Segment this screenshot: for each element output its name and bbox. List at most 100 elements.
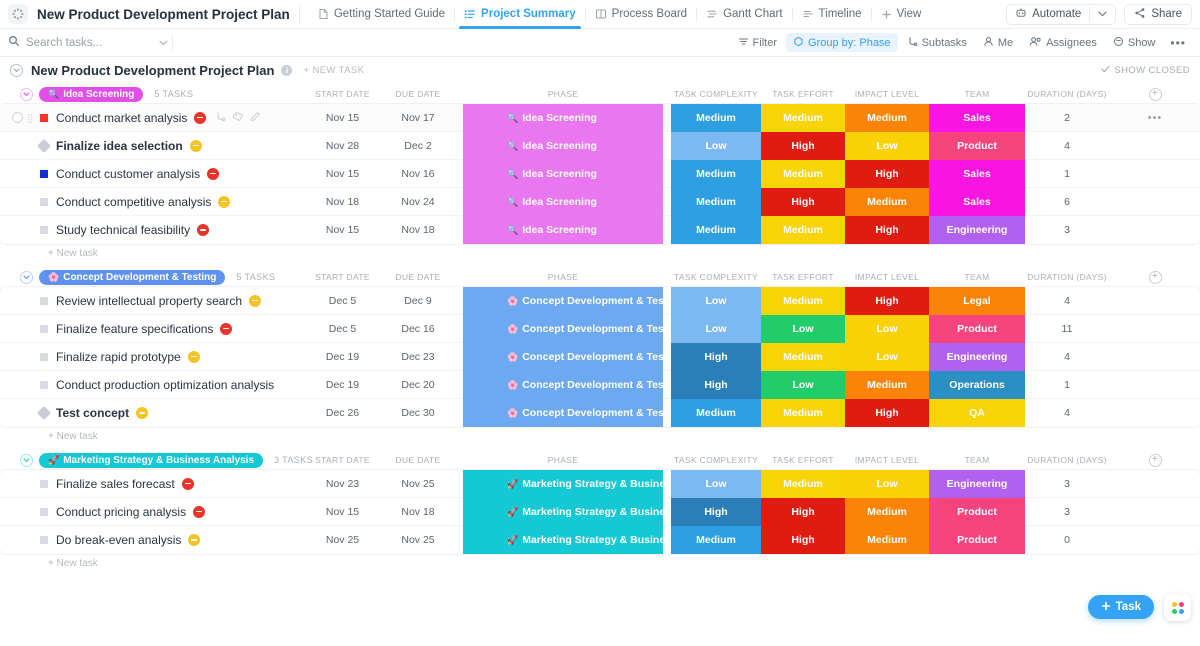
task-name-cell[interactable]: Conduct pricing analysis	[0, 498, 205, 526]
task-name-cell[interactable]: Finalize rapid prototype	[0, 343, 200, 371]
task-name-cell[interactable]: Finalize feature specifications	[0, 315, 232, 343]
table-row[interactable]: Review intellectual property searchDec 5…	[0, 287, 1200, 315]
cell-task-effort[interactable]: Medium	[761, 104, 845, 132]
cell-task-complexity[interactable]: Low	[671, 132, 761, 160]
task-name[interactable]: Conduct customer analysis	[56, 167, 200, 181]
cell-phase[interactable]: 🚀Marketing Strategy & Business Analysis	[463, 498, 663, 526]
status-red-icon[interactable]	[220, 323, 232, 335]
filter-button[interactable]: Filter	[731, 33, 784, 52]
cell-impact-level[interactable]: High	[845, 216, 929, 244]
status-red-icon[interactable]	[182, 478, 194, 490]
cell-duration[interactable]: 1	[1025, 160, 1109, 188]
table-row[interactable]: Conduct competitive analysisNov 18Nov 24…	[0, 188, 1200, 216]
column-header-team[interactable]: TEAM	[929, 84, 1025, 104]
tab-process-board[interactable]: Process Board	[586, 0, 696, 29]
drag-handle-icon[interactable]: ⣿	[27, 114, 33, 122]
cell-duration[interactable]: 3	[1025, 498, 1109, 526]
new-task-row[interactable]: + New task	[0, 554, 1200, 573]
column-header-task_effort[interactable]: TASK EFFORT	[761, 267, 845, 287]
column-header-task_complexity[interactable]: TASK COMPLEXITY	[671, 450, 761, 470]
cell-task-effort[interactable]: High	[761, 526, 845, 554]
cell-team[interactable]: Operations	[929, 371, 1025, 399]
cell-task-complexity[interactable]: Medium	[671, 188, 761, 216]
cell-phase[interactable]: 🔍Idea Screening	[463, 104, 663, 132]
cell-task-complexity[interactable]: Low	[671, 315, 761, 343]
cell-phase[interactable]: 🚀Marketing Strategy & Business Analysis	[463, 526, 663, 554]
task-checkbox[interactable]	[12, 112, 23, 123]
table-row[interactable]: Finalize feature specifications Dec 5Dec …	[0, 315, 1200, 343]
cell-task-complexity[interactable]: Medium	[671, 399, 761, 427]
search-input[interactable]: Search tasks...	[8, 32, 168, 54]
column-header-phase[interactable]: PHASE	[463, 267, 663, 287]
cell-team[interactable]: Engineering	[929, 470, 1025, 498]
task-name[interactable]: Finalize idea selection	[56, 139, 183, 153]
cell-phase[interactable]: 🔍Idea Screening	[463, 132, 663, 160]
column-header-due_date[interactable]: DUE DATE	[378, 267, 458, 287]
cell-team[interactable]: Engineering	[929, 343, 1025, 371]
column-header-team[interactable]: TEAM	[929, 267, 1025, 287]
cell-due-date[interactable]: Nov 25	[378, 526, 458, 554]
cell-impact-level[interactable]: Low	[845, 470, 929, 498]
priority-flag-icon[interactable]	[40, 170, 48, 178]
cell-impact-level[interactable]: Medium	[845, 104, 929, 132]
column-header-team[interactable]: TEAM	[929, 450, 1025, 470]
cell-team[interactable]: Product	[929, 315, 1025, 343]
cell-team[interactable]: Sales	[929, 104, 1025, 132]
cell-due-date[interactable]: Dec 23	[378, 343, 458, 371]
apps-grid-icon[interactable]	[1164, 594, 1191, 621]
cell-phase[interactable]: 🌸Concept Development & Testing	[463, 287, 663, 315]
priority-flag-icon[interactable]	[40, 325, 48, 333]
cell-team[interactable]: Sales	[929, 188, 1025, 216]
tab-project-summary[interactable]: Project Summary	[455, 0, 585, 29]
task-name[interactable]: Study technical feasibility	[56, 223, 190, 237]
column-header-duration[interactable]: DURATION (DAYS)	[1025, 84, 1109, 104]
priority-flag-icon[interactable]	[40, 508, 48, 516]
automate-chevron-down-icon[interactable]	[1090, 4, 1115, 25]
me-button[interactable]: Me	[976, 33, 1020, 52]
cell-task-complexity[interactable]: Low	[671, 470, 761, 498]
cell-due-date[interactable]: Nov 25	[378, 470, 458, 498]
add-column-button[interactable]: +	[1130, 267, 1180, 287]
tab-add-view[interactable]: View	[872, 0, 931, 29]
cell-team[interactable]: Product	[929, 526, 1025, 554]
task-name[interactable]: Finalize rapid prototype	[56, 350, 181, 364]
cell-impact-level[interactable]: High	[845, 399, 929, 427]
subtask-icon[interactable]	[215, 111, 226, 125]
info-icon[interactable]: i	[281, 65, 292, 76]
cell-due-date[interactable]: Dec 16	[378, 315, 458, 343]
cell-start-date[interactable]: Nov 15	[300, 104, 385, 132]
cell-due-date[interactable]: Nov 24	[378, 188, 458, 216]
new-task-row[interactable]: + New task	[0, 427, 1200, 446]
column-header-start_date[interactable]: START DATE	[300, 450, 385, 470]
cell-team[interactable]: Engineering	[929, 216, 1025, 244]
assignees-button[interactable]: Assignees	[1022, 33, 1104, 52]
table-row[interactable]: Conduct production optimization analysis…	[0, 371, 1200, 399]
column-header-impact_level[interactable]: IMPACT LEVEL	[845, 84, 929, 104]
search-chevron-down-icon[interactable]	[159, 37, 168, 49]
cell-task-effort[interactable]: Low	[761, 315, 845, 343]
table-row[interactable]: Finalize idea selectionNov 28Dec 2🔍Idea …	[0, 132, 1200, 160]
cell-duration[interactable]: 4	[1025, 399, 1109, 427]
task-name-cell[interactable]: Finalize idea selection	[0, 132, 202, 160]
task-table-scroll-area[interactable]: 🔍Idea Screening5 TASKSSTART DATEDUE DATE…	[0, 84, 1200, 630]
task-name-cell[interactable]: Conduct production optimization analysis	[0, 371, 274, 399]
tab-timeline[interactable]: Timeline	[793, 0, 871, 29]
cell-task-complexity[interactable]: Medium	[671, 526, 761, 554]
priority-flag-icon[interactable]	[40, 480, 48, 488]
column-header-start_date[interactable]: START DATE	[300, 267, 385, 287]
cell-phase[interactable]: 🔍Idea Screening	[463, 216, 663, 244]
cell-impact-level[interactable]: Low	[845, 343, 929, 371]
cell-start-date[interactable]: Nov 25	[300, 526, 385, 554]
cell-start-date[interactable]: Dec 5	[300, 315, 385, 343]
tag-icon[interactable]	[232, 111, 244, 125]
cell-task-effort[interactable]: Medium	[761, 287, 845, 315]
cell-start-date[interactable]: Nov 15	[300, 498, 385, 526]
priority-flag-icon[interactable]	[40, 381, 48, 389]
cell-start-date[interactable]: Nov 28	[300, 132, 385, 160]
cell-due-date[interactable]: Nov 17	[378, 104, 458, 132]
cell-task-effort[interactable]: Low	[761, 371, 845, 399]
task-name[interactable]: Conduct production optimization analysis	[56, 378, 274, 392]
cell-phase[interactable]: 🚀Marketing Strategy & Business Analysis	[463, 470, 663, 498]
table-row[interactable]: Conduct customer analysisNov 15Nov 16🔍Id…	[0, 160, 1200, 188]
column-header-due_date[interactable]: DUE DATE	[378, 84, 458, 104]
